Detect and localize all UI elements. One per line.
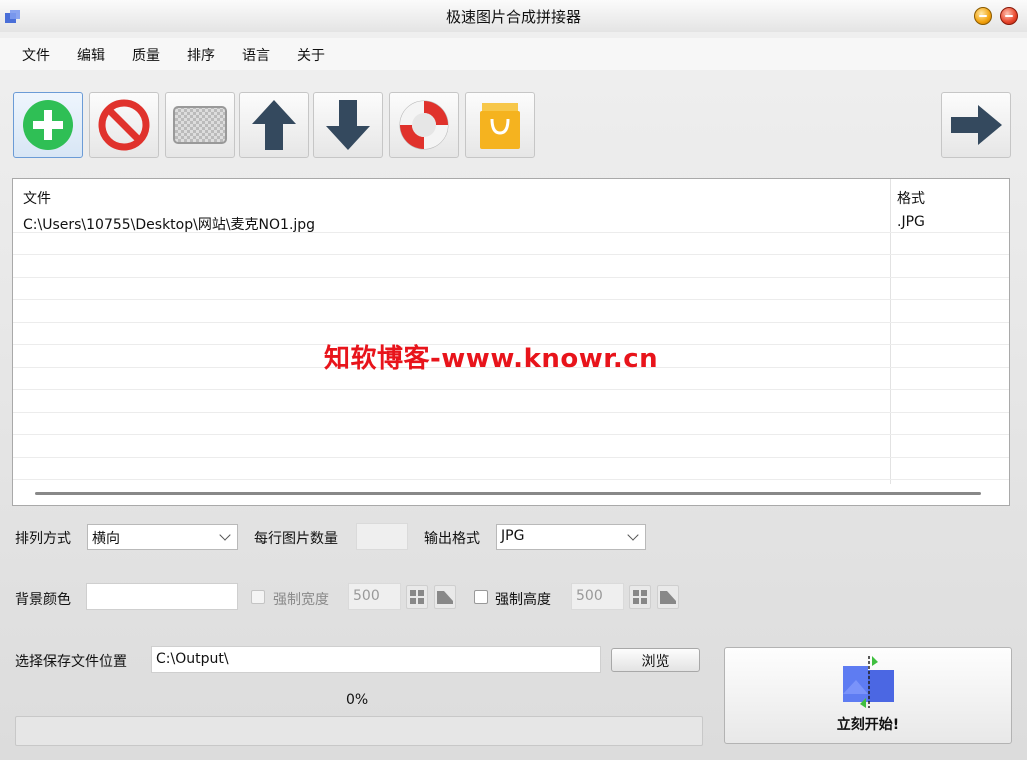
row-divider [13,457,1009,458]
row-divider [13,299,1009,300]
menu-file[interactable]: 文件 [22,45,50,65]
output-format-select[interactable]: JPG [496,524,646,550]
move-down-button[interactable] [313,92,383,158]
start-button-label: 立刻开始! [836,717,900,733]
clear-button[interactable] [165,92,235,158]
save-path-input[interactable]: C:\Output\ [151,646,601,673]
clear-icon [173,106,227,144]
output-format-label: 输出格式 [424,531,480,547]
bg-color-picker[interactable] [86,583,238,610]
row-divider [13,254,1009,255]
column-header-file[interactable]: 文件 [23,188,51,208]
menu-quality[interactable]: 质量 [132,45,160,65]
close-button[interactable] [1000,7,1018,25]
menu-about[interactable]: 关于 [297,45,325,65]
table-row-file[interactable]: C:\Users\10755\Desktop\网站\麦克NO1.jpg [23,214,315,234]
grid-icon [633,590,647,604]
width-stretch-button[interactable] [434,585,456,609]
force-width-input[interactable]: 500 [348,583,401,610]
row-divider [13,412,1009,413]
per-row-input[interactable] [356,523,408,550]
add-button[interactable] [13,92,83,158]
per-row-label: 每行图片数量 [254,531,338,547]
grid-icon [410,590,424,604]
shop-button[interactable] [465,92,535,158]
arrange-label: 排列方式 [15,531,71,547]
table-row-format[interactable]: .JPG [897,214,925,230]
title-bar[interactable]: 极速图片合成拼接器 [0,0,1027,32]
help-button[interactable] [389,92,459,158]
row-divider [13,479,1009,480]
save-location-label: 选择保存文件位置 [15,654,127,670]
add-icon [23,100,73,150]
menu-language[interactable]: 语言 [242,45,270,65]
move-up-button[interactable] [239,92,309,158]
start-button[interactable]: 立刻开始! [724,647,1012,744]
row-divider [13,277,1009,278]
progress-bar [15,716,703,746]
shop-icon [480,103,520,149]
chevron-down-icon [219,529,231,541]
watermark: 知软博客-www.knowr.cn [324,344,659,374]
force-height-label: 强制高度 [495,592,551,608]
force-width-checkbox[interactable] [251,590,265,604]
progress-text: 0% [346,692,369,708]
stretch-icon [660,591,676,604]
force-width-label: 强制宽度 [273,592,329,608]
row-divider [13,232,1009,233]
arrange-value: 横向 [92,531,120,547]
bg-color-label: 背景颜色 [15,592,71,608]
row-divider [13,322,1009,323]
move-up-icon [252,100,296,150]
row-divider [13,389,1009,390]
height-stretch-button[interactable] [657,585,679,609]
height-grid-button[interactable] [629,585,651,609]
stretch-icon [437,591,453,604]
window-title: 极速图片合成拼接器 [445,8,581,26]
column-header-format[interactable]: 格式 [897,188,925,208]
arrange-select[interactable]: 横向 [87,524,238,550]
menu-bar: 文件 编辑 质量 排序 语言 关于 [0,38,1027,70]
move-down-icon [326,100,370,150]
remove-button[interactable] [89,92,159,158]
next-icon [951,105,1002,145]
next-button[interactable] [941,92,1011,158]
column-divider [890,179,891,484]
minimize-button[interactable] [974,7,992,25]
browse-button[interactable]: 浏览 [611,648,700,672]
width-grid-button[interactable] [406,585,428,609]
horizontal-scrollbar[interactable] [35,492,981,495]
merge-icon [843,656,894,708]
help-icon [399,100,449,150]
force-height-checkbox[interactable] [474,590,488,604]
menu-sort[interactable]: 排序 [187,45,215,65]
chevron-down-icon [627,529,639,541]
menu-edit[interactable]: 编辑 [77,45,105,65]
force-height-input[interactable]: 500 [571,583,624,610]
remove-icon [98,99,150,151]
row-divider [13,434,1009,435]
output-format-value: JPG [501,528,525,544]
